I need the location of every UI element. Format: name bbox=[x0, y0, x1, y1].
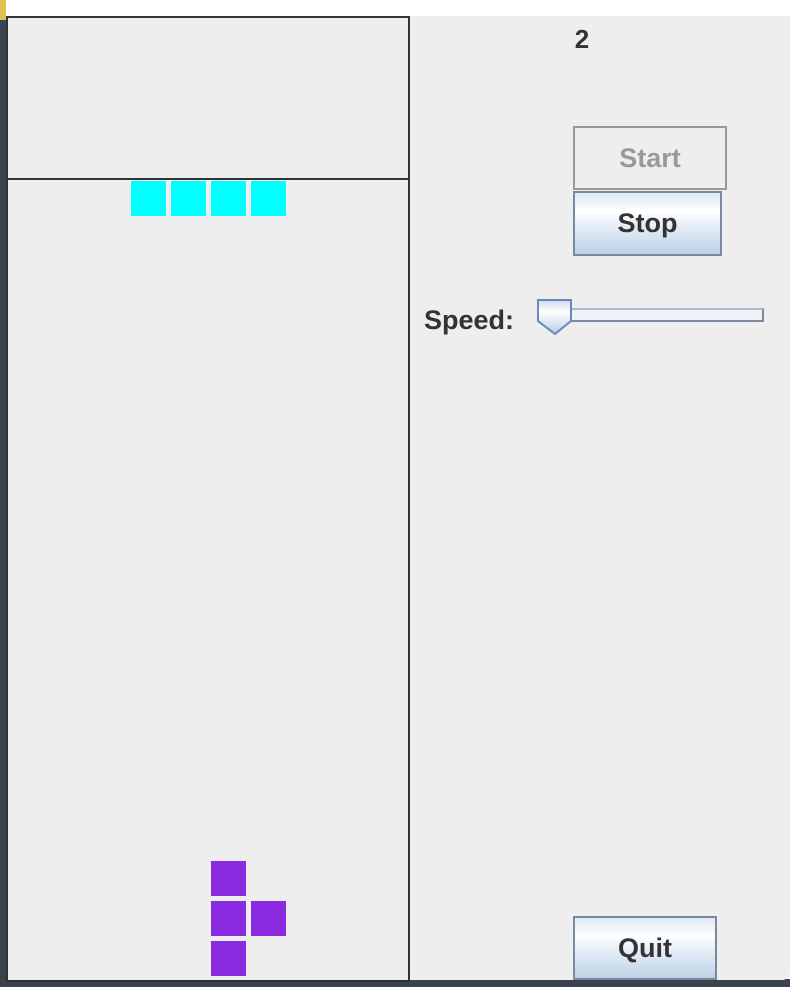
i-piece-cell bbox=[251, 181, 286, 216]
game-board[interactable] bbox=[6, 16, 410, 982]
score-label: 2 bbox=[574, 24, 590, 54]
i-piece-cell bbox=[211, 181, 246, 216]
speed-label: Speed: bbox=[424, 305, 515, 335]
t-piece-cell bbox=[251, 901, 286, 936]
spawn-zone-divider bbox=[6, 178, 408, 180]
stop-button[interactable]: Stop bbox=[573, 191, 722, 256]
t-piece-cell bbox=[211, 941, 246, 976]
i-piece-cell bbox=[171, 181, 206, 216]
t-piece-cell bbox=[211, 901, 246, 936]
speed-slider-thumb[interactable] bbox=[537, 299, 573, 335]
start-button[interactable]: Start bbox=[573, 126, 727, 190]
quit-button[interactable]: Quit bbox=[573, 916, 717, 980]
t-piece-cell bbox=[211, 861, 246, 896]
i-piece-cell bbox=[131, 181, 166, 216]
speed-slider[interactable] bbox=[550, 308, 764, 322]
